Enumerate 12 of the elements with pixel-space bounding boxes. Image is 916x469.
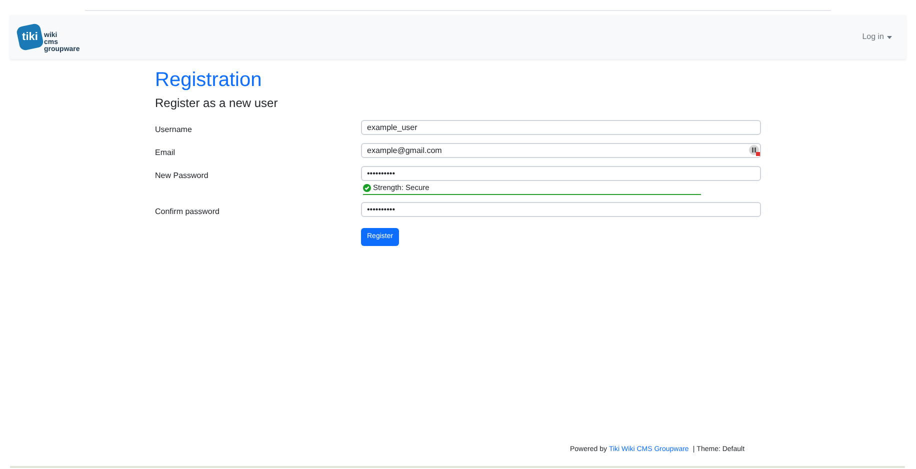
input-field[interactable]: example_user xyxy=(361,120,761,135)
field-label: Username xyxy=(155,124,193,136)
field-label: New Password xyxy=(155,170,210,182)
field-label: Confirm password xyxy=(155,206,220,218)
input-field[interactable]: •••••••••• xyxy=(361,202,761,218)
page-title: Registration xyxy=(155,68,263,93)
field-label: Email xyxy=(155,147,176,159)
input-field[interactable]: example@gmail.com xyxy=(361,143,761,158)
logo-mark: tiki xyxy=(22,30,38,45)
input-field[interactable]: •••••••••• xyxy=(361,166,761,181)
login-menu[interactable]: Log in xyxy=(862,31,892,43)
page-subtitle: Register as a new user xyxy=(155,95,279,111)
